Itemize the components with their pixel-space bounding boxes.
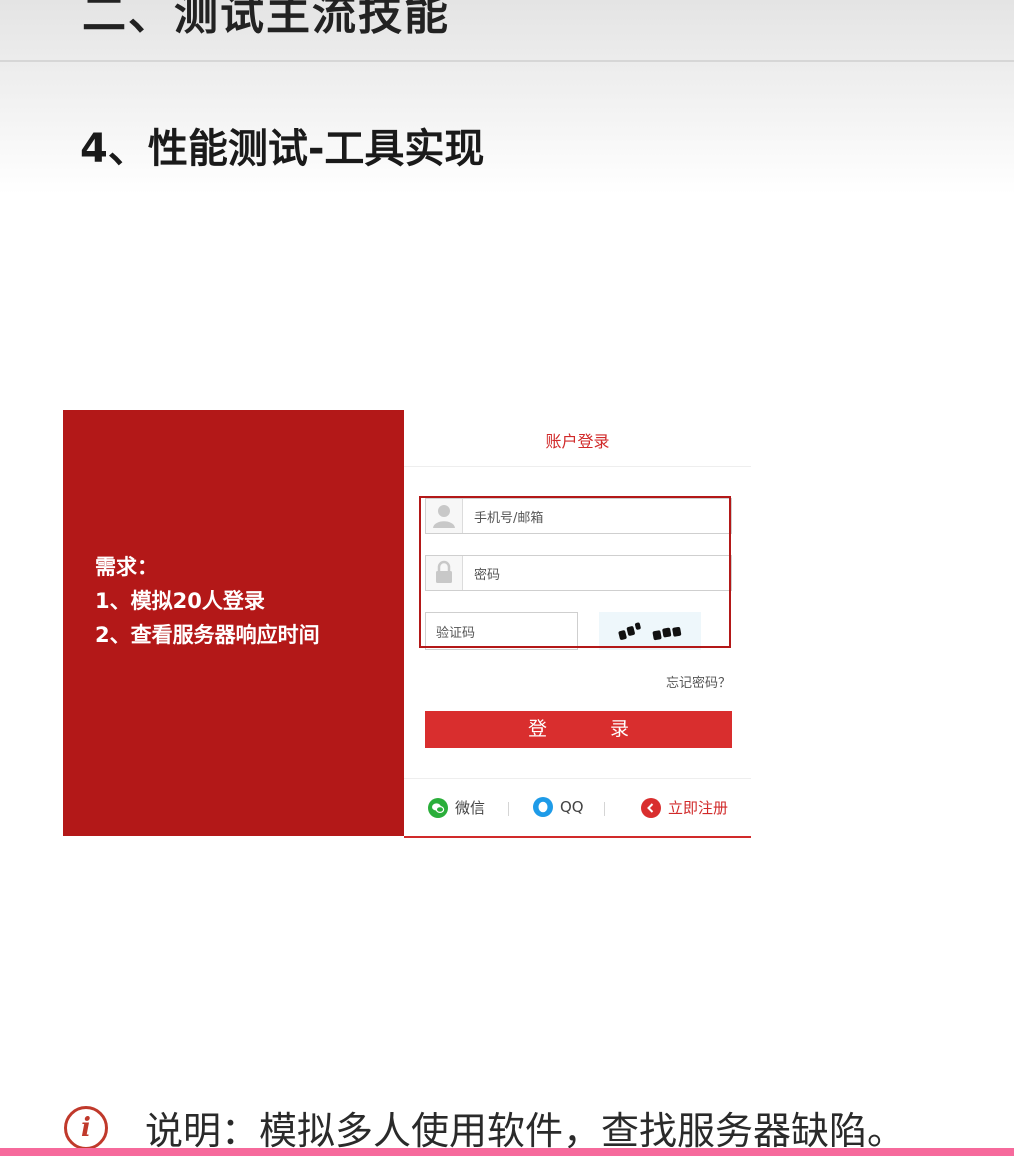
wechat-icon [428, 797, 448, 818]
forgot-password-link[interactable]: 忘记密码？ [666, 672, 731, 691]
requirements-text: 需求： 1、模拟20人登录 2、查看服务器响应时间 [95, 550, 320, 652]
requirements-panel: 需求： 1、模拟20人登录 2、查看服务器响应时间 [63, 410, 404, 836]
slide-subtitle: 4、性能测试-工具实现 [80, 126, 485, 172]
qq-login[interactable]: QQ [533, 797, 584, 817]
requirement-item: 1、模拟20人登录 [95, 589, 265, 613]
section-header-band: 二、测试主流技能 [0, 0, 1014, 62]
separator [508, 802, 509, 816]
divider [404, 466, 751, 467]
requirements-heading: 需求： [95, 555, 158, 579]
login-mockup: 需求： 1、模拟20人登录 2、查看服务器响应时间 账户登录 手机号/邮箱 密码… [63, 410, 751, 838]
progress-bar [0, 1148, 1014, 1156]
wechat-label: 微信 [455, 799, 486, 817]
qq-label: QQ [560, 798, 584, 816]
explanation-line: i 说明： 模拟多人使用软件，查找服务器缺陷。 [64, 1100, 905, 1155]
section-title: 二、测试主流技能 [82, 0, 450, 40]
note-text: 模拟多人使用软件，查找服务器缺陷。 [259, 1109, 906, 1153]
register-label: 立即注册 [668, 799, 729, 817]
divider [404, 778, 751, 779]
separator [604, 802, 605, 816]
wechat-login[interactable]: 微信 [428, 797, 485, 818]
login-fields-highlight [419, 496, 731, 648]
register-arrow-icon [641, 797, 661, 818]
qq-icon [533, 797, 553, 817]
info-icon: i [64, 1105, 108, 1150]
login-button[interactable]: 登 录 [425, 711, 732, 748]
register-link[interactable]: 立即注册 [641, 797, 728, 818]
requirement-item: 2、查看服务器响应时间 [95, 623, 320, 647]
note-label: 说明： [145, 1109, 260, 1153]
login-form-panel: 账户登录 手机号/邮箱 密码 验证码 忘记密码？ 登 录 微信 QQ 立即注册 [404, 410, 751, 838]
login-form-title: 账户登录 [545, 432, 610, 451]
